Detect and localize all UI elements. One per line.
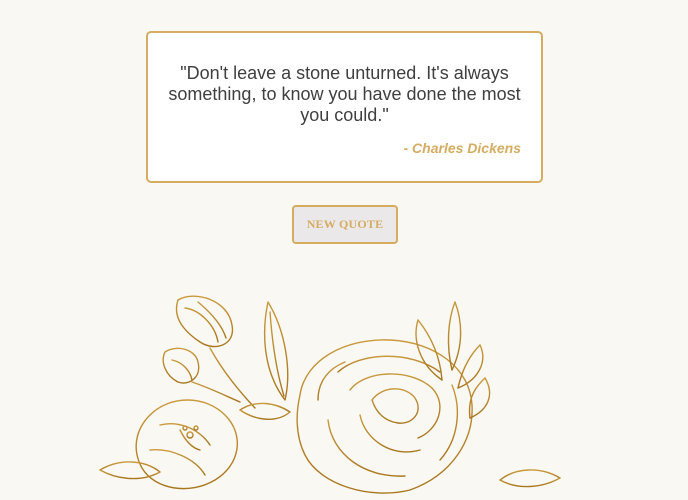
quote-card: "Don't leave a stone unturned. It's alwa…: [146, 31, 543, 183]
new-quote-button[interactable]: NEW QUOTE: [292, 205, 398, 244]
quote-text: "Don't leave a stone unturned. It's alwa…: [168, 63, 521, 125]
quote-author: - Charles Dickens: [403, 140, 522, 156]
golden-rose-flower-illustration: [99, 295, 561, 494]
